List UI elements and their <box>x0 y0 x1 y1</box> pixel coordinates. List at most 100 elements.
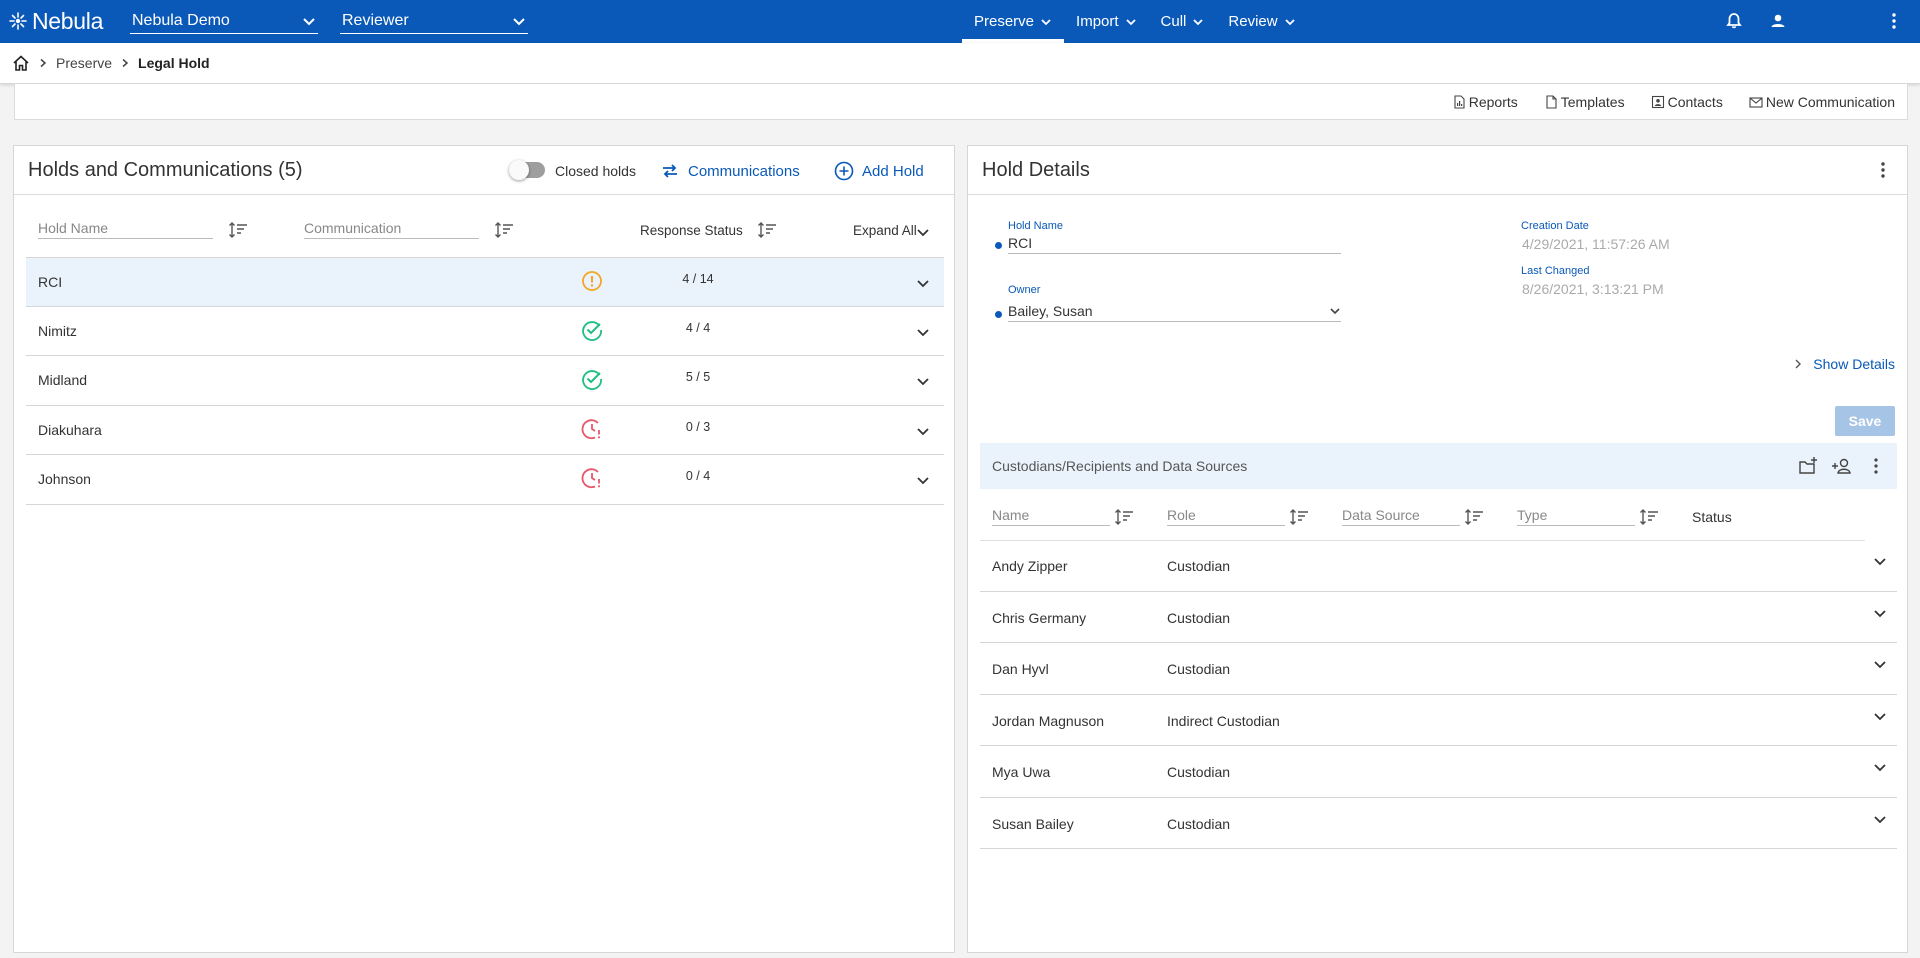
templates-label: Templates <box>1560 93 1625 110</box>
sort-icon[interactable] <box>757 222 777 238</box>
chevron-down-icon[interactable] <box>916 473 930 487</box>
chevron-down-icon[interactable] <box>916 325 930 339</box>
list-item[interactable]: Susan Bailey Custodian <box>980 798 1897 849</box>
nav-preserve[interactable]: Preserve <box>962 0 1065 43</box>
project-select-value: Nebula Demo <box>132 11 230 29</box>
add-data-source-icon[interactable] <box>1797 455 1819 477</box>
creation-date-label: Creation Date <box>1521 220 1589 232</box>
table-row[interactable]: Johnson 0 / 4 <box>26 455 944 505</box>
swap-arrows-icon <box>663 164 677 178</box>
communications-label: Communications <box>688 162 800 180</box>
required-indicator <box>995 311 1002 318</box>
holds-panel: Holds and Communications (5) Closed hold… <box>13 145 955 953</box>
sort-icon[interactable] <box>1114 509 1134 525</box>
list-item[interactable]: Andy Zipper Custodian <box>980 540 1897 592</box>
table-row[interactable]: Diakuhara 0 / 3 <box>26 406 944 455</box>
holds-list: RCI 4 / 14 Nimitz 4 / 4 Midland 5 / 5 Di… <box>26 257 944 505</box>
bell-icon[interactable] <box>1724 11 1744 31</box>
owner-select[interactable]: Bailey, Susan <box>1008 303 1341 322</box>
chevron-down-icon[interactable] <box>916 424 930 438</box>
top-app-bar: Nebula Nebula Demo Reviewer Preserve Imp… <box>0 0 1920 43</box>
table-row[interactable]: Midland 5 / 5 <box>26 356 944 406</box>
role-filter[interactable]: Role <box>1167 507 1285 526</box>
show-details-button[interactable]: Show Details <box>1793 356 1895 372</box>
new-communication-label: New Communication <box>1765 93 1895 110</box>
chevron-down-icon[interactable] <box>916 276 930 290</box>
list-item[interactable]: Jordan Magnuson Indirect Custodian <box>980 695 1897 746</box>
chevron-down-icon <box>1284 18 1295 25</box>
breadcrumb: Preserve Legal Hold <box>0 43 1920 84</box>
hold-details-panel: Hold Details Hold Name RCI Owner Bailey,… <box>967 145 1908 953</box>
more-vertical-icon[interactable] <box>1873 160 1893 180</box>
sort-icon[interactable] <box>1289 509 1309 525</box>
contact-card-icon <box>1651 95 1664 108</box>
custodian-name: Dan Hyvl <box>992 661 1049 677</box>
hold-name-filter[interactable]: Hold Name <box>38 220 213 239</box>
chevron-down-icon[interactable] <box>1873 606 1887 620</box>
custodian-name: Mya Uwa <box>992 764 1051 780</box>
role-select[interactable]: Reviewer <box>340 8 528 34</box>
reports-button[interactable]: Reports <box>1452 94 1518 110</box>
list-item[interactable]: Dan Hyvl Custodian <box>980 643 1897 695</box>
role-select-value: Reviewer <box>342 11 409 29</box>
sort-icon[interactable] <box>228 222 248 238</box>
nav-import[interactable]: Import <box>1064 0 1149 43</box>
check-circle-icon <box>582 320 602 341</box>
new-communication-button[interactable]: New Communication <box>1749 94 1895 110</box>
list-item[interactable]: Mya Uwa Custodian <box>980 746 1897 798</box>
data-source-filter[interactable]: Data Source <box>1342 507 1460 526</box>
contacts-label: Contacts <box>1667 93 1723 110</box>
table-row[interactable]: Nimitz 4 / 4 <box>26 307 944 356</box>
communications-button[interactable]: Communications <box>660 161 800 181</box>
chevron-down-icon[interactable] <box>1873 657 1887 671</box>
custodians-title: Custodians/Recipients and Data Sources <box>992 458 1248 474</box>
chevron-down-icon[interactable] <box>1873 760 1887 774</box>
chevron-down-icon[interactable] <box>1873 554 1887 568</box>
sort-icon[interactable] <box>1639 509 1659 525</box>
nav-review-label: Review <box>1228 13 1278 30</box>
breadcrumb-preserve[interactable]: Preserve <box>56 55 112 71</box>
sort-icon[interactable] <box>1464 509 1484 525</box>
hold-details-title: Hold Details <box>982 158 1090 181</box>
more-vertical-icon[interactable] <box>1865 455 1887 477</box>
sort-icon[interactable] <box>494 222 514 238</box>
contacts-button[interactable]: Contacts <box>1651 94 1723 110</box>
response-count: 0 / 4 <box>685 469 711 483</box>
name-filter[interactable]: Name <box>992 507 1110 526</box>
main-nav: Preserve Import Cull Review <box>962 0 1308 43</box>
nav-review[interactable]: Review <box>1216 0 1307 43</box>
user-icon[interactable] <box>1768 11 1788 31</box>
nebula-logo[interactable]: Nebula <box>8 7 103 35</box>
more-vertical-icon[interactable] <box>1884 11 1904 31</box>
table-row[interactable]: RCI 4 / 14 <box>26 257 944 307</box>
custodians-column-header: Name Role Data Source Type Status <box>980 489 1865 541</box>
chevron-down-icon[interactable] <box>916 225 930 239</box>
check-circle-icon <box>582 370 602 390</box>
add-person-icon[interactable] <box>1831 455 1853 477</box>
show-details-label: Show Details <box>1813 356 1895 372</box>
chevron-down-icon[interactable] <box>1873 709 1887 723</box>
expand-all-button[interactable]: Expand All <box>853 223 917 238</box>
reports-label: Reports <box>1468 93 1518 110</box>
chevron-down-icon[interactable] <box>916 374 930 388</box>
home-icon[interactable] <box>12 54 30 72</box>
type-filter[interactable]: Type <box>1517 507 1635 526</box>
custodians-list: Andy Zipper Custodian Chris Germany Cust… <box>980 540 1897 849</box>
hold-name-input[interactable]: RCI <box>1008 235 1341 254</box>
nav-import-label: Import <box>1076 13 1119 30</box>
list-item[interactable]: Chris Germany Custodian <box>980 592 1897 643</box>
add-hold-button[interactable]: Add Hold <box>834 161 924 181</box>
chevron-down-icon[interactable] <box>1873 812 1887 826</box>
save-button[interactable]: Save <box>1835 406 1895 436</box>
communication-filter[interactable]: Communication <box>304 220 479 239</box>
templates-button[interactable]: Templates <box>1544 94 1625 110</box>
closed-holds-toggle[interactable] <box>509 160 545 180</box>
owner-value: Bailey, Susan <box>1008 303 1093 319</box>
nav-cull[interactable]: Cull <box>1149 0 1217 43</box>
hold-details-header: Hold Details <box>968 146 1907 195</box>
hold-name: Nimitz <box>38 322 77 339</box>
project-select[interactable]: Nebula Demo <box>130 8 318 34</box>
hold-name-label: Hold Name <box>1008 220 1064 232</box>
breadcrumb-legal-hold: Legal Hold <box>138 55 210 71</box>
chevron-down-icon <box>1330 308 1340 315</box>
